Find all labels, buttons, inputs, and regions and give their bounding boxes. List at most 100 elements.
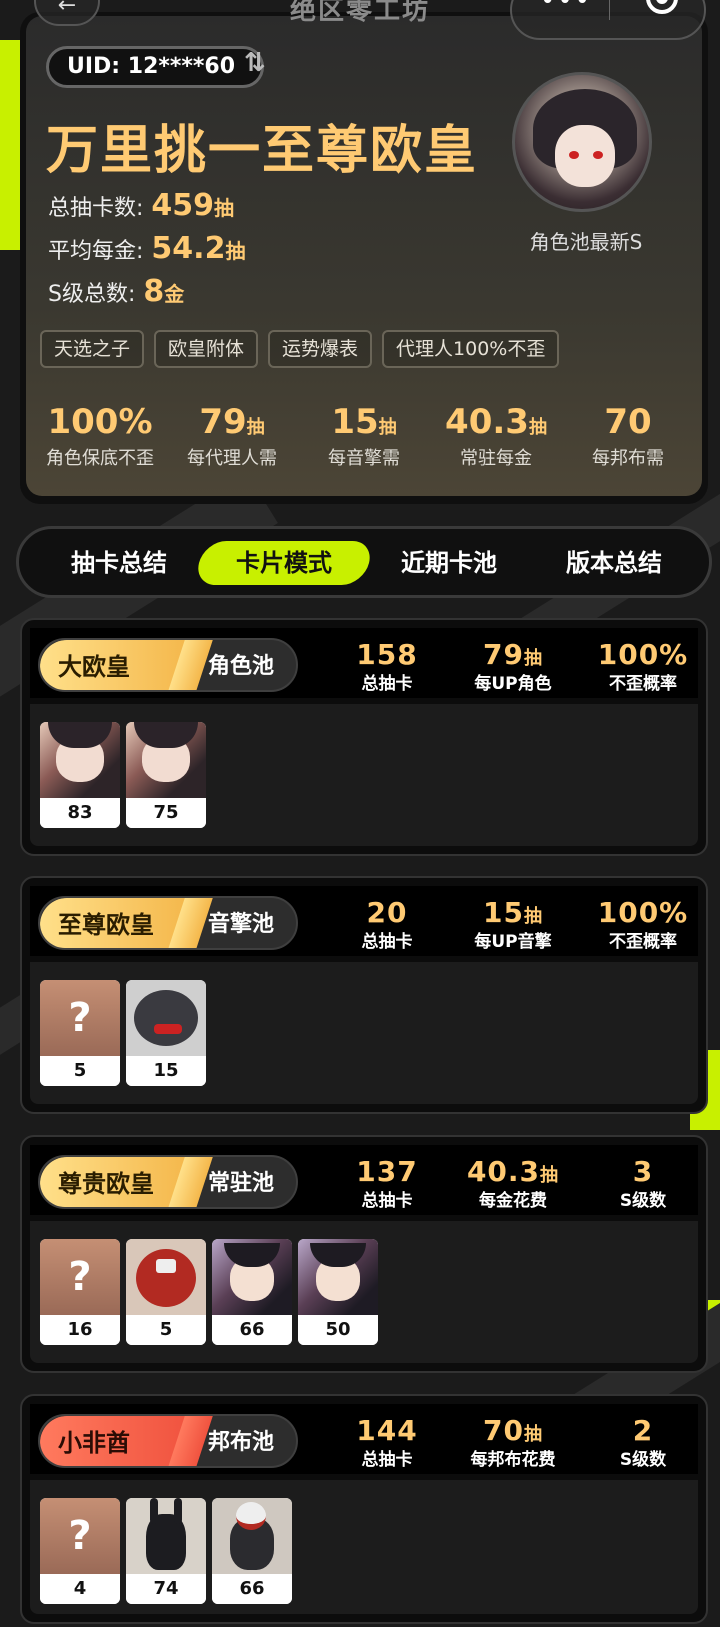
pool-header: 至尊欧皇 音擎池 20 总抽卡 15抽 每UP音擎 100% 不歪概率 bbox=[30, 886, 698, 956]
pool-stat-label: 不歪概率 bbox=[609, 932, 677, 952]
stat-label: 总抽卡数: bbox=[48, 196, 144, 221]
char-pull-count: 75 bbox=[126, 798, 206, 828]
question-mark-icon: ? bbox=[40, 1498, 120, 1574]
pool-stat-value: 70 bbox=[483, 1414, 524, 1447]
profile-title: 万里挑一至尊欧皇 bbox=[46, 121, 479, 181]
pool-stat-value: 3 bbox=[632, 1155, 654, 1188]
char-pull-count: 5 bbox=[126, 1315, 206, 1345]
char-card[interactable]: 50 bbox=[298, 1239, 378, 1345]
summary-label: 角色保底不歪 bbox=[46, 448, 154, 469]
top-nav-bar: ← 绝区零工坊 ••• bbox=[0, 0, 720, 40]
char-portrait bbox=[126, 722, 206, 798]
char-card[interactable]: 75 bbox=[126, 722, 206, 828]
stat-avg-per-gold: 平均每金: 54.2抽 bbox=[48, 231, 245, 266]
pool-stat: 40.3抽 每金花费 bbox=[448, 1155, 578, 1211]
summary-label: 每音擎需 bbox=[328, 448, 400, 469]
more-dots-icon[interactable]: ••• bbox=[540, 0, 592, 16]
pool-badge[interactable]: 大欧皇 角色池 bbox=[38, 638, 298, 692]
char-card[interactable]: ? 4 bbox=[40, 1498, 120, 1604]
tab-card-mode[interactable]: 卡片模式 bbox=[193, 541, 375, 585]
summary-cell: 79抽 每代理人需 bbox=[166, 402, 298, 470]
pool-stat: 15抽 每UP音擎 bbox=[448, 896, 578, 952]
summary-cell: 40.3抽 常驻每金 bbox=[430, 402, 562, 470]
char-card[interactable]: 15 bbox=[126, 980, 206, 1086]
avatar[interactable] bbox=[512, 72, 652, 212]
pool-stat-value: 79 bbox=[483, 638, 524, 671]
char-pull-count: 15 bbox=[126, 1056, 206, 1086]
pool-stat-label: 每邦布花费 bbox=[470, 1450, 556, 1470]
pool-body: 83 75 bbox=[30, 704, 698, 846]
stat-value: 54.2 bbox=[151, 231, 226, 266]
pool-stat: 158 总抽卡 bbox=[322, 638, 452, 694]
tab-recent-pools[interactable]: 近期卡池 bbox=[379, 541, 519, 585]
pool-stat: 144 总抽卡 bbox=[322, 1414, 452, 1470]
pool-rank: 大欧皇 bbox=[40, 640, 190, 690]
summary-value: 15 bbox=[331, 402, 379, 442]
stat-unit: 抽 bbox=[214, 196, 235, 220]
pool-name: 音擎池 bbox=[208, 912, 275, 937]
uid-badge: UID: 12****60 bbox=[46, 46, 265, 88]
summary-stats: 100% 角色保底不歪 79抽 每代理人需 15 抽每音擎需 40.3抽 常驻每金 70… bbox=[34, 402, 694, 470]
char-list: 83 75 bbox=[40, 722, 206, 828]
pool-card: 大欧皇 角色池 158 总抽卡 79抽 每UP角色 100% 不歪概率 83 75 bbox=[20, 618, 708, 856]
summary-value: 100% bbox=[47, 402, 153, 442]
pool-header: 小非酋 邦布池 144 总抽卡 70抽 每邦布花费 2 S级数 bbox=[30, 1404, 698, 1474]
char-pull-count: 66 bbox=[212, 1574, 292, 1604]
pool-stat: 70抽 每邦布花费 bbox=[448, 1414, 578, 1470]
pool-badge[interactable]: 小非酋 邦布池 bbox=[38, 1414, 298, 1468]
char-card[interactable]: 83 bbox=[40, 722, 120, 828]
pool-stat-unit: 抽 bbox=[540, 1165, 560, 1186]
char-card[interactable]: 66 bbox=[212, 1498, 292, 1604]
capsule-divider bbox=[609, 0, 610, 20]
tab-summary[interactable]: 抽卡总结 bbox=[49, 541, 189, 585]
summary-cell: 70 每邦布需 bbox=[562, 402, 694, 470]
summary-label: 每邦布需 bbox=[592, 448, 664, 469]
stat-total-pulls: 总抽卡数: 459抽 bbox=[48, 188, 234, 223]
pool-stat: 20 总抽卡 bbox=[322, 896, 452, 952]
char-card[interactable]: 74 bbox=[126, 1498, 206, 1604]
char-portrait bbox=[126, 980, 206, 1056]
char-portrait bbox=[298, 1239, 378, 1315]
pool-stat: 3 S级数 bbox=[578, 1155, 706, 1211]
char-card[interactable]: ? 5 bbox=[40, 980, 120, 1086]
tab-version-summary[interactable]: 版本总结 bbox=[539, 541, 689, 585]
avatar-caption: 角色池最新S bbox=[529, 230, 643, 254]
summary-value: 79 bbox=[199, 402, 247, 442]
pool-card: 至尊欧皇 音擎池 20 总抽卡 15抽 每UP音擎 100% 不歪概率 ? 5 15 bbox=[20, 876, 708, 1114]
summary-value: 40.3 bbox=[445, 402, 529, 442]
pool-body: ? 4 74 66 bbox=[30, 1480, 698, 1614]
char-pull-count: 50 bbox=[298, 1315, 378, 1345]
pool-stat-label: 不歪概率 bbox=[609, 674, 677, 694]
pool-rank: 尊贵欧皇 bbox=[40, 1157, 190, 1207]
pool-stat-label: 总抽卡 bbox=[361, 674, 413, 694]
char-portrait bbox=[40, 722, 120, 798]
char-card[interactable]: ? 16 bbox=[40, 1239, 120, 1345]
char-portrait bbox=[212, 1239, 292, 1315]
stat-label: 平均每金: bbox=[48, 239, 144, 264]
char-card[interactable]: 66 bbox=[212, 1239, 292, 1345]
pool-stat-value: 40.3 bbox=[466, 1155, 541, 1188]
pool-stat-label: S级数 bbox=[619, 1450, 667, 1470]
pool-stat-value: 2 bbox=[632, 1414, 654, 1447]
summary-label: 常驻每金 bbox=[460, 448, 532, 469]
char-portrait bbox=[212, 1498, 292, 1574]
pool-name: 角色池 bbox=[208, 654, 275, 679]
tag: 天选之子 bbox=[40, 330, 145, 368]
pool-rank: 至尊欧皇 bbox=[40, 898, 190, 948]
lime-accent-left bbox=[0, 40, 22, 250]
pool-badge[interactable]: 至尊欧皇 音擎池 bbox=[38, 896, 298, 950]
pool-stat-unit: 抽 bbox=[523, 648, 543, 669]
pool-body: ? 16 5 66 50 bbox=[30, 1221, 698, 1363]
summary-unit: 抽 bbox=[246, 417, 265, 438]
tab-label: 卡片模式 bbox=[236, 549, 332, 577]
pool-badge[interactable]: 尊贵欧皇 常驻池 bbox=[38, 1155, 298, 1209]
char-pull-count: 66 bbox=[212, 1315, 292, 1345]
stat-label: S级总数: bbox=[48, 282, 136, 307]
pool-card: 尊贵欧皇 常驻池 137 总抽卡 40.3抽 每金花费 3 S级数? 16 5 66 50 bbox=[20, 1135, 708, 1373]
swap-icon[interactable]: ⇅ bbox=[244, 48, 266, 78]
target-circle-icon[interactable] bbox=[646, 0, 678, 14]
pool-stat-value: 100% bbox=[597, 896, 689, 929]
pool-stat: 2 S级数 bbox=[578, 1414, 706, 1470]
pool-stat-value: 137 bbox=[356, 1155, 418, 1188]
char-card[interactable]: 5 bbox=[126, 1239, 206, 1345]
